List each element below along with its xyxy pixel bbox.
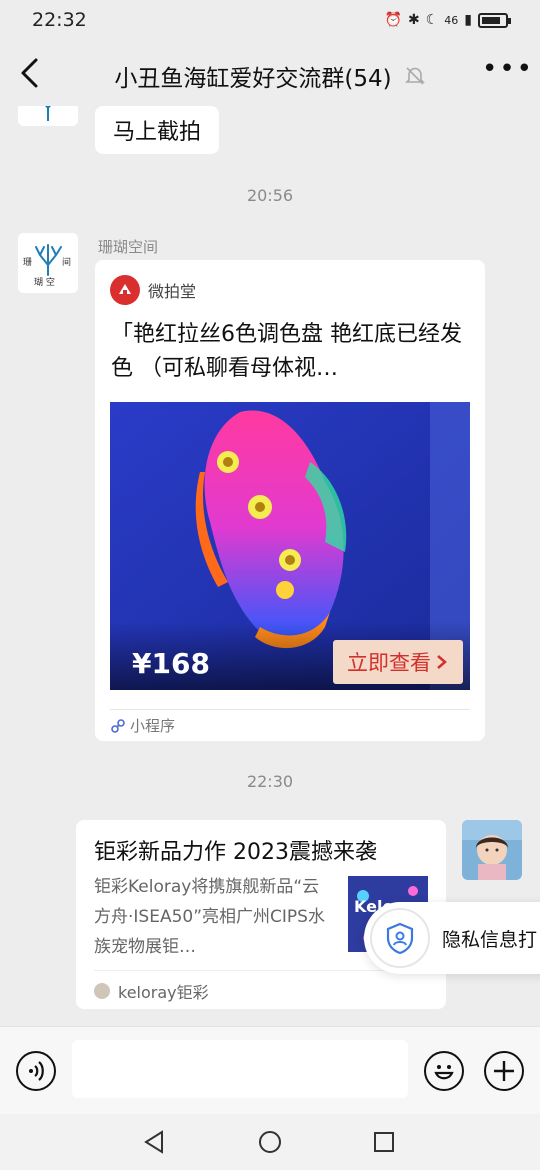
chat-area[interactable]: 马上截拍 20:56 珊 间 瑚 空 珊瑚空间 微拍堂 「艳红拉丝6色调色盘 艳… bbox=[0, 106, 540, 1026]
mini-program-icon bbox=[111, 718, 125, 733]
article-title: 钜彩新品力作 2023震撼来袭 bbox=[94, 840, 377, 865]
more-options-button[interactable]: ••• bbox=[482, 56, 532, 88]
emoji-button[interactable] bbox=[424, 1051, 464, 1091]
avatar-self[interactable] bbox=[462, 820, 522, 880]
status-bar: 22:32 ⏰ ✱ ☾ 46 ▮ bbox=[0, 0, 540, 40]
alarm-icon: ⏰ bbox=[384, 12, 402, 28]
shield-icon bbox=[386, 922, 414, 954]
mini-program-card[interactable]: 微拍堂 「艳红拉丝6色调色盘 艳红底已经发色 （可私聊看母体视… ¥168 立即… bbox=[95, 260, 485, 741]
circle-home-icon bbox=[259, 1131, 281, 1153]
mute-bell-icon bbox=[404, 67, 425, 85]
timestamp: 20:56 bbox=[246, 186, 294, 205]
smiley-icon bbox=[434, 1065, 454, 1080]
square-recents-icon bbox=[374, 1132, 394, 1152]
mini-program-source: 微拍堂 bbox=[110, 275, 196, 305]
publisher-avatar-icon bbox=[94, 983, 110, 999]
signal-icon: ▮ bbox=[464, 12, 472, 28]
mini-program-label: 小程序 bbox=[130, 717, 176, 735]
chat-title: 小丑鱼海缸爱好交流群(54) bbox=[114, 66, 392, 92]
moon-icon: ☾ bbox=[425, 12, 439, 28]
avatar-shanhu-top[interactable] bbox=[18, 106, 78, 126]
vibrate-icon: ✱ bbox=[407, 12, 420, 28]
article-description: 钜彩Keloray将携旗舰新品“云方舟·ISEA50”亮相广州CIPS水族宠物展… bbox=[94, 877, 325, 957]
coral-product-image: ¥168 立即查看 bbox=[110, 402, 470, 690]
voice-icon bbox=[29, 1061, 44, 1081]
user-photo-avatar bbox=[462, 820, 522, 880]
weipaitang-logo-icon bbox=[110, 275, 140, 305]
nav-recents-button[interactable] bbox=[370, 1128, 398, 1156]
privacy-icon-container bbox=[370, 908, 430, 968]
avatar-shanhu[interactable]: 珊 间 瑚 空 bbox=[18, 233, 78, 293]
message-text: 马上截拍 bbox=[113, 120, 202, 145]
price-label: ¥168 bbox=[132, 647, 210, 680]
input-bar bbox=[0, 1026, 540, 1114]
mini-program-footer: 小程序 bbox=[110, 709, 470, 736]
timestamp: 22:30 bbox=[246, 772, 294, 791]
svg-text:珊: 珊 bbox=[23, 257, 32, 268]
coral-logo-icon: 珊 间 瑚 空 bbox=[18, 233, 78, 293]
chat-header: 小丑鱼海缸爱好交流群(54) ••• bbox=[0, 40, 540, 106]
system-nav-bar bbox=[0, 1114, 540, 1170]
coral-logo-icon bbox=[18, 106, 78, 126]
message-input[interactable] bbox=[72, 1040, 408, 1098]
more-functions-button[interactable] bbox=[484, 1051, 524, 1091]
status-icons: ⏰ ✱ ☾ 46 ▮ bbox=[384, 12, 511, 28]
svg-text:间: 间 bbox=[62, 256, 71, 268]
privacy-popup[interactable]: 隐私信息打 bbox=[364, 902, 540, 974]
view-now-button[interactable]: 立即查看 bbox=[333, 640, 463, 684]
privacy-label: 隐私信息打 bbox=[442, 928, 538, 951]
clock: 22:32 bbox=[32, 9, 87, 31]
article-footer: keloray钜彩 bbox=[94, 970, 428, 1003]
nav-home-button[interactable] bbox=[256, 1128, 284, 1156]
triangle-back-icon bbox=[144, 1130, 163, 1154]
chat-title-container: 小丑鱼海缸爱好交流群(54) bbox=[0, 59, 540, 93]
mini-program-title: 「艳红拉丝6色调色盘 艳红底已经发色 （可私聊看母体视… bbox=[111, 322, 462, 381]
voice-input-button[interactable] bbox=[16, 1051, 56, 1091]
svg-text:瑚 空: 瑚 空 bbox=[34, 276, 55, 288]
battery-icon bbox=[478, 12, 511, 28]
nav-back-button[interactable] bbox=[140, 1128, 168, 1156]
publisher-name: keloray钜彩 bbox=[118, 983, 209, 1002]
network-label: 46 bbox=[444, 13, 459, 27]
plus-icon bbox=[494, 1061, 514, 1081]
message-bubble[interactable]: 马上截拍 bbox=[95, 106, 220, 154]
chevron-right-icon bbox=[437, 655, 447, 669]
view-now-label: 立即查看 bbox=[347, 651, 431, 675]
sender-name: 珊瑚空间 bbox=[98, 238, 159, 256]
source-name: 微拍堂 bbox=[148, 282, 197, 301]
